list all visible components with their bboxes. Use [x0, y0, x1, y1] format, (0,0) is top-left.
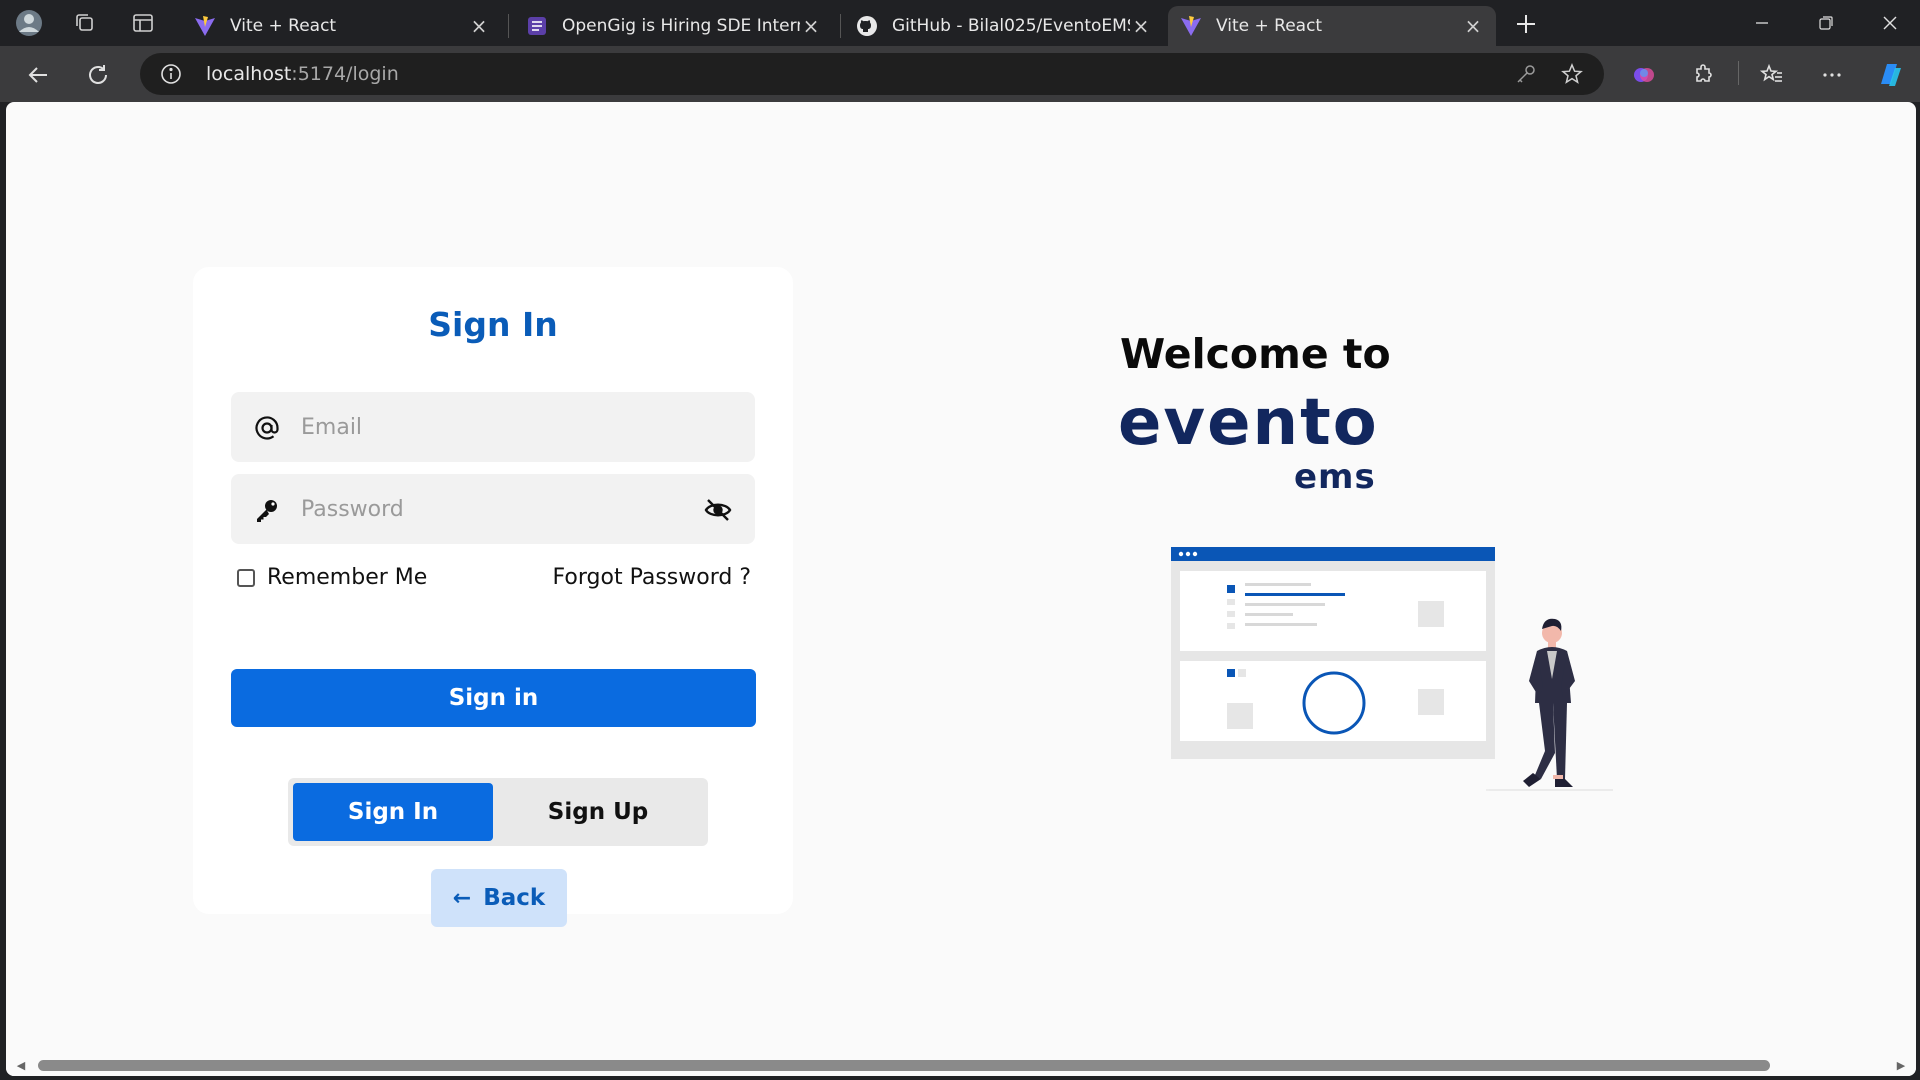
url-path: :5174/login: [291, 63, 399, 85]
tab-vite-react-1[interactable]: Vite + React ×: [182, 6, 502, 46]
vertical-tabs-icon[interactable]: [128, 8, 158, 38]
email-input[interactable]: [301, 392, 701, 462]
scroll-right-icon[interactable]: ▶: [1894, 1058, 1908, 1072]
favorites-icon[interactable]: [1754, 57, 1790, 93]
evento-ems-logo: evento ems: [1118, 384, 1398, 497]
window-bottom-edge: [0, 1076, 1920, 1080]
key-icon[interactable]: [1514, 62, 1538, 86]
forgot-password-link[interactable]: Forgot Password ?: [553, 565, 751, 590]
new-tab-button[interactable]: [1510, 8, 1542, 40]
tab-divider: [508, 14, 509, 38]
favorite-star-icon[interactable]: [1560, 62, 1584, 86]
sign-in-button[interactable]: Sign in: [231, 669, 756, 727]
at-sign-icon: [253, 414, 281, 442]
login-card: Sign In Remember Me Forgot Password ? Si…: [193, 267, 793, 927]
close-window-button[interactable]: [1866, 6, 1914, 40]
tab-vite-react-active[interactable]: Vite + React ×: [1168, 6, 1496, 46]
password-field[interactable]: [231, 474, 755, 544]
remember-me-row[interactable]: Remember Me: [237, 565, 427, 590]
toolbar-divider: [1738, 61, 1739, 85]
page-viewport: Sign In Remember Me Forgot Password ? Si…: [6, 102, 1916, 1076]
profile-avatar-icon[interactable]: [14, 8, 44, 38]
vite-icon: [194, 15, 216, 37]
eye-off-icon[interactable]: [703, 496, 733, 524]
close-icon[interactable]: ×: [1130, 14, 1152, 38]
dashboard-illustration: [1161, 547, 1621, 807]
github-icon: [856, 15, 878, 37]
key-icon: [253, 496, 281, 524]
tab-title: GitHub - Bilal025/EventoEMS: Eve: [892, 16, 1130, 36]
copilot-extension-icon[interactable]: [1626, 57, 1662, 93]
workspaces-icon[interactable]: [70, 8, 100, 38]
logo-sub-text: ems: [1294, 457, 1376, 494]
tab-github[interactable]: GitHub - Bilal025/EventoEMS: Eve ×: [844, 6, 1164, 46]
url-text[interactable]: localhost:5174/login: [206, 63, 399, 85]
logo-main-text: evento: [1118, 386, 1379, 460]
page-title: Sign In: [428, 305, 558, 344]
browser-toolbar: localhost:5174/login: [0, 46, 1920, 102]
vite-icon: [1180, 15, 1202, 37]
tab-strip: Vite + React × OpenGig is Hiring SDE Int…: [0, 0, 1920, 46]
minimize-button[interactable]: [1738, 6, 1786, 40]
welcome-heading: Welcome to: [1120, 330, 1391, 378]
scroll-left-icon[interactable]: ◀: [14, 1058, 28, 1072]
list-icon: [526, 15, 548, 37]
auth-mode-toggle: Sign In Sign Up: [288, 778, 708, 846]
tab-opengig[interactable]: OpenGig is Hiring SDE Intern ×: [514, 6, 834, 46]
site-info-icon[interactable]: [160, 63, 182, 85]
toggle-sign-up[interactable]: Sign Up: [498, 783, 698, 841]
password-input[interactable]: [301, 474, 701, 544]
back-label: Back: [483, 885, 546, 911]
extensions-icon[interactable]: [1686, 57, 1722, 93]
back-arrow-icon[interactable]: [20, 57, 56, 93]
close-icon[interactable]: ×: [800, 14, 822, 38]
toggle-sign-in[interactable]: Sign In: [293, 783, 493, 841]
horizontal-scrollbar[interactable]: ◀ ▶: [6, 1054, 1916, 1076]
address-bar[interactable]: localhost:5174/login: [140, 53, 1604, 95]
remember-me-checkbox[interactable]: [237, 568, 255, 587]
copilot-icon[interactable]: [1872, 57, 1908, 93]
close-icon[interactable]: ×: [468, 14, 490, 38]
restore-button[interactable]: [1802, 6, 1850, 40]
url-host: localhost: [206, 63, 292, 85]
close-icon[interactable]: ×: [1462, 14, 1484, 38]
scrollbar-thumb[interactable]: [38, 1060, 1770, 1071]
more-options-icon[interactable]: [1814, 57, 1850, 93]
arrow-left-icon: ←: [452, 885, 472, 911]
tab-title: Vite + React: [230, 16, 337, 36]
back-button[interactable]: ← Back: [431, 869, 567, 927]
tab-title: Vite + React: [1216, 16, 1323, 36]
remember-me-label: Remember Me: [267, 565, 428, 590]
refresh-icon[interactable]: [80, 57, 116, 93]
email-field[interactable]: [231, 392, 755, 462]
tab-title: OpenGig is Hiring SDE Intern: [562, 16, 800, 36]
tab-divider: [840, 14, 841, 38]
